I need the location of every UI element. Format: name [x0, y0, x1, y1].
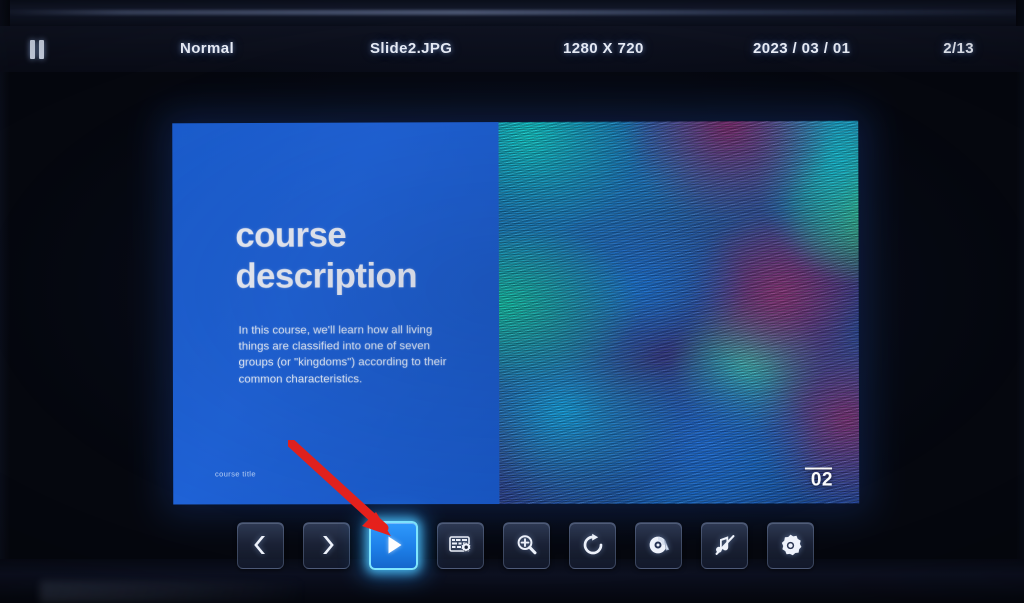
bezel-light-glint [0, 10, 1024, 15]
gear-icon [778, 533, 803, 558]
pause-bar-left [30, 40, 35, 59]
next-button[interactable] [303, 522, 350, 569]
osd-resolution-label: 1280 X 720 [563, 26, 644, 72]
osd-slide-counter: 2/13 [943, 26, 974, 72]
slide-photo-panel: 02 [499, 121, 860, 504]
slideshow-grid-gear-icon [448, 533, 474, 557]
osd-status-bar: Normal Slide2.JPG 1280 X 720 2023 / 03 /… [0, 26, 1024, 72]
bezel-bottom-reflection [40, 581, 300, 603]
osd-mode-label: Normal [180, 26, 234, 72]
zoom-in-button[interactable] [503, 522, 550, 569]
monitor-screen-photo: Normal Slide2.JPG 1280 X 720 2023 / 03 /… [0, 0, 1024, 603]
disc-icon [647, 533, 671, 557]
magnifier-plus-icon [515, 533, 539, 557]
slide-image[interactable]: course description In this course, we'll… [172, 121, 859, 505]
slide-body-text: In this course, we'll learn how all livi… [239, 322, 467, 387]
slideshow-settings-button[interactable] [437, 522, 484, 569]
disc-button[interactable] [635, 522, 682, 569]
settings-button[interactable] [767, 522, 814, 569]
play-icon [382, 533, 406, 557]
slide-footer-label: course title [215, 469, 256, 478]
rotate-clockwise-icon [581, 533, 605, 557]
monitor-bezel-right [1016, 0, 1024, 603]
play-button[interactable] [369, 521, 418, 570]
previous-button[interactable] [237, 522, 284, 569]
chevron-right-icon [315, 533, 339, 557]
osd-date-label: 2023 / 03 / 01 [753, 26, 850, 72]
screen-scanlines [499, 121, 860, 504]
rotate-button[interactable] [569, 522, 616, 569]
pause-icon[interactable] [30, 26, 44, 72]
chevron-left-icon [249, 533, 273, 557]
slide-page-number: 02 [811, 469, 833, 491]
pause-bar-right [39, 40, 44, 59]
slide-text-panel: course description In this course, we'll… [172, 122, 499, 504]
slide-title: course description [235, 214, 485, 297]
music-off-button[interactable] [701, 522, 748, 569]
music-note-slash-icon [713, 533, 737, 557]
osd-toolbar [237, 519, 814, 571]
osd-filename-label: Slide2.JPG [370, 26, 452, 72]
monitor-bezel-left [0, 0, 10, 603]
